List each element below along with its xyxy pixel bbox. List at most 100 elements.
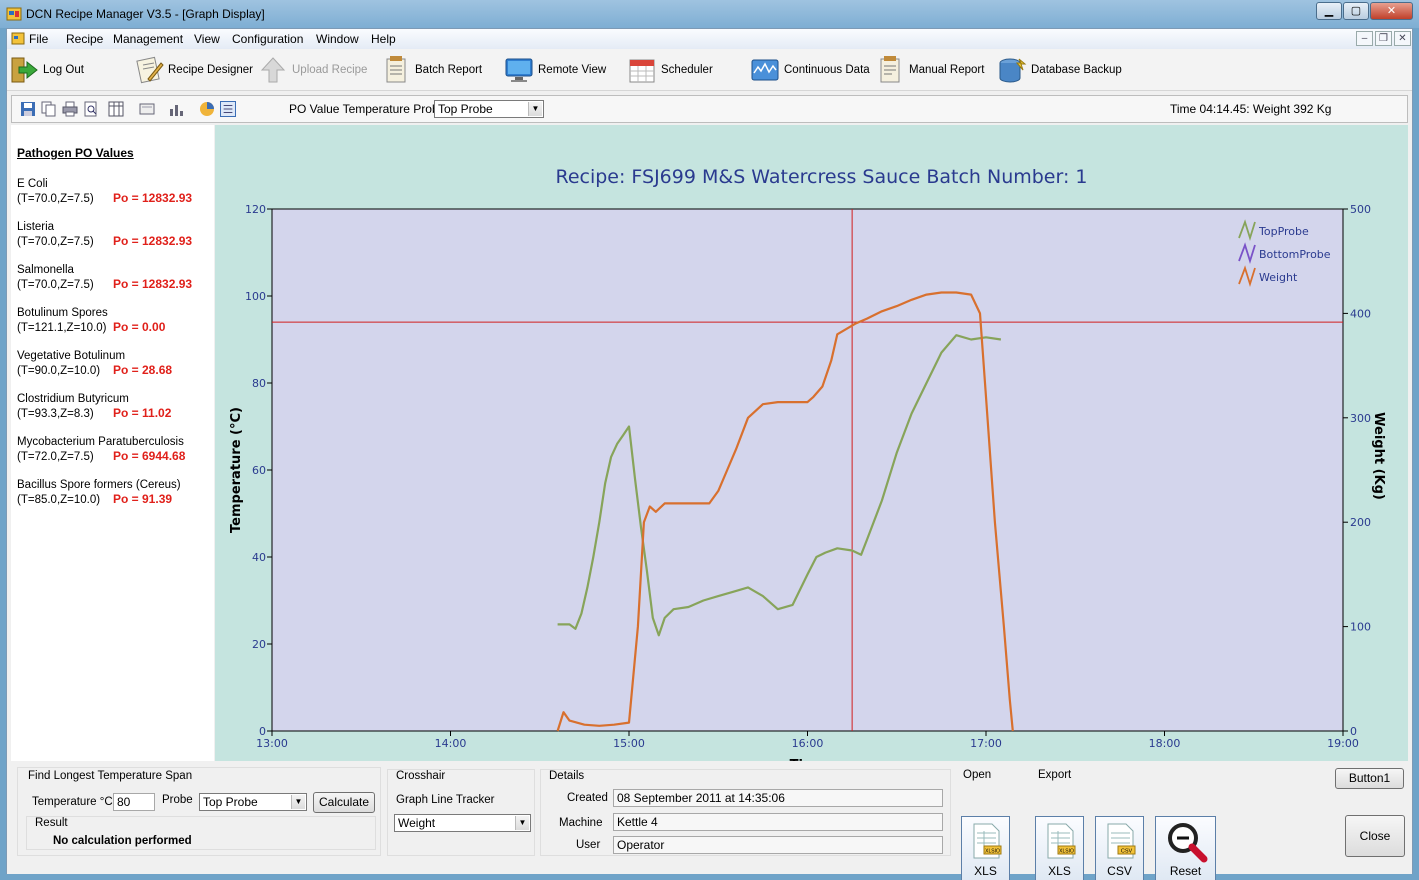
manual-report-label: Manual Report (909, 64, 985, 76)
created-label: Created (567, 792, 608, 804)
temperature-input[interactable]: 80 (113, 793, 155, 811)
menu-recipe[interactable]: Recipe (66, 32, 103, 46)
pathogen-params: (T=70.0,Z=7.5) (17, 193, 94, 205)
continuous-data-button[interactable]: Continuous Data (750, 53, 870, 87)
monitor-icon (505, 58, 533, 82)
database-backup-button[interactable]: Database Backup (997, 53, 1122, 87)
export-xls-button[interactable]: XLSIO XLS (1035, 816, 1084, 880)
y2-tick-label: 400 (1350, 307, 1371, 320)
recipe-designer-button[interactable]: Recipe Designer (134, 53, 253, 87)
title-bar: DCN Recipe Manager V3.5 - [Graph Display… (0, 0, 1419, 28)
maximize-button[interactable]: ▢ (1343, 2, 1369, 20)
graph-chart[interactable]: Recipe: FSJ699 M&S Watercress Sauce Batc… (215, 125, 1408, 773)
reset-button[interactable]: Reset (1155, 816, 1216, 880)
probe-label: Probe (162, 794, 193, 806)
print-icon[interactable] (62, 101, 78, 117)
po-probe-label: PO Value Temperature Probe (289, 102, 446, 116)
chevron-down-icon: ▼ (515, 816, 529, 830)
export-csv-button[interactable]: CSV CSV (1095, 816, 1144, 880)
po-probe-select[interactable]: Top Probe ▼ (434, 100, 544, 118)
print-preview-icon[interactable] (83, 101, 99, 117)
pathogen-name: Mycobacterium Paratuberculosis (17, 436, 184, 448)
scheduler-button[interactable]: Scheduler (627, 53, 713, 87)
y-tick-label: 120 (245, 203, 266, 216)
x-tick-label: 16:00 (792, 737, 824, 750)
y-tick-label: 40 (252, 551, 266, 564)
database-backup-label: Database Backup (1031, 64, 1122, 76)
upload-recipe-label: Upload Recipe (292, 64, 368, 76)
batch-report-label: Batch Report (415, 64, 483, 76)
svg-text:XLSIO: XLSIO (985, 849, 1000, 855)
mdi-minimize-button[interactable]: – (1356, 31, 1373, 46)
calculate-button[interactable]: Calculate (313, 792, 375, 813)
machine-label: Machine (559, 817, 603, 829)
bar-chart-icon[interactable] (168, 101, 184, 117)
pathogen-po-value: Po = 91.39 (113, 492, 173, 506)
pathogen-params: (T=93.3,Z=8.3) (17, 408, 94, 420)
svg-text:XLSIO: XLSIO (1059, 849, 1074, 855)
y2-axis-label: Weight (Kg) (1371, 412, 1386, 500)
main-window: File Recipe Management View Configuratio… (6, 28, 1413, 880)
y-tick-label: 20 (252, 638, 266, 651)
pathogen-po-value: Po = 6944.68 (113, 449, 186, 463)
menu-configuration[interactable]: Configuration (232, 32, 303, 46)
status-readout: Time 04:14.45: Weight 392 Kg (1170, 102, 1332, 116)
tracker-label: Graph Line Tracker (396, 794, 495, 806)
button1[interactable]: Button1 (1335, 768, 1404, 789)
minimize-button[interactable]: ▁ (1316, 2, 1342, 20)
pathogen-params: (T=70.0,Z=7.5) (17, 236, 94, 248)
x-tick-label: 14:00 (435, 737, 467, 750)
manual-report-icon (880, 56, 900, 83)
open-xls-button[interactable]: XLSIO XLS (961, 816, 1010, 880)
pathogen-po-value: Po = 28.68 (113, 363, 173, 377)
probe-select[interactable]: Top Probe ▼ (199, 793, 307, 811)
mdi-restore-button[interactable]: ❐ (1375, 31, 1392, 46)
x-tick-label: 17:00 (970, 737, 1002, 750)
pathogen-po-value: Po = 11.02 (113, 406, 172, 420)
tracker-value: Weight (398, 816, 436, 830)
chart-options-icon[interactable] (139, 101, 155, 117)
csv-file-icon: CSV (1107, 823, 1136, 859)
y-tick-label: 60 (252, 464, 266, 477)
menu-view[interactable]: View (194, 32, 220, 46)
pathogen-heading: Pathogen PO Values (17, 146, 134, 160)
copy-icon[interactable] (41, 101, 57, 117)
reset-label: Reset (1169, 864, 1202, 878)
batch-report-button[interactable]: Batch Report (381, 53, 482, 87)
span-group: Find Longest Temperature Span Temperatur… (17, 767, 381, 856)
close-button[interactable]: Close (1345, 815, 1405, 857)
database-backup-icon (999, 58, 1027, 83)
menu-file[interactable]: File (29, 32, 48, 46)
logout-icon (11, 57, 38, 83)
pathogen-params: (T=70.0,Z=7.5) (17, 279, 94, 291)
y-axis-label: Temperature (°C) (229, 407, 244, 533)
crosshair-group: Crosshair Graph Line Tracker Weight ▼ (387, 769, 535, 856)
chart-area: Recipe: FSJ699 M&S Watercress Sauce Batc… (215, 125, 1408, 773)
y2-tick-label: 200 (1350, 516, 1371, 529)
close-window-button[interactable]: ✕ (1370, 2, 1413, 20)
legend-list-icon[interactable] (220, 101, 236, 117)
pathogen-name: Vegetative Botulinum (17, 350, 126, 362)
manual-report-button[interactable]: Manual Report (875, 53, 984, 87)
menu-management[interactable]: Management (113, 32, 183, 46)
continuous-data-icon (751, 59, 779, 81)
pathogen-params: (T=72.0,Z=7.5) (17, 451, 94, 463)
save-icon[interactable] (20, 101, 36, 117)
pie-chart-icon[interactable] (199, 101, 215, 117)
y-tick-label: 80 (252, 377, 266, 390)
menu-window[interactable]: Window (316, 32, 359, 46)
legend-label-weight: Weight (1259, 271, 1298, 284)
upload-recipe-button[interactable]: Upload Recipe (258, 53, 367, 87)
legend-label-topprobe: TopProbe (1258, 225, 1309, 238)
menu-help[interactable]: Help (371, 32, 396, 46)
user-field: Operator (613, 836, 943, 854)
pathogen-po-value: Po = 12832.93 (113, 277, 193, 291)
grid-table-icon[interactable] (108, 101, 124, 117)
bottom-panel: Find Longest Temperature Span Temperatur… (7, 764, 1412, 880)
tracker-select[interactable]: Weight ▼ (394, 814, 531, 832)
upload-arrow-icon (260, 57, 286, 83)
logout-button[interactable]: Log Out (9, 53, 84, 87)
remote-view-button[interactable]: Remote View (504, 53, 606, 87)
mdi-close-button[interactable]: ✕ (1394, 31, 1411, 46)
pathogen-panel: Pathogen PO Values E Coli (T=70.0,Z=7.5) P… (11, 125, 214, 761)
